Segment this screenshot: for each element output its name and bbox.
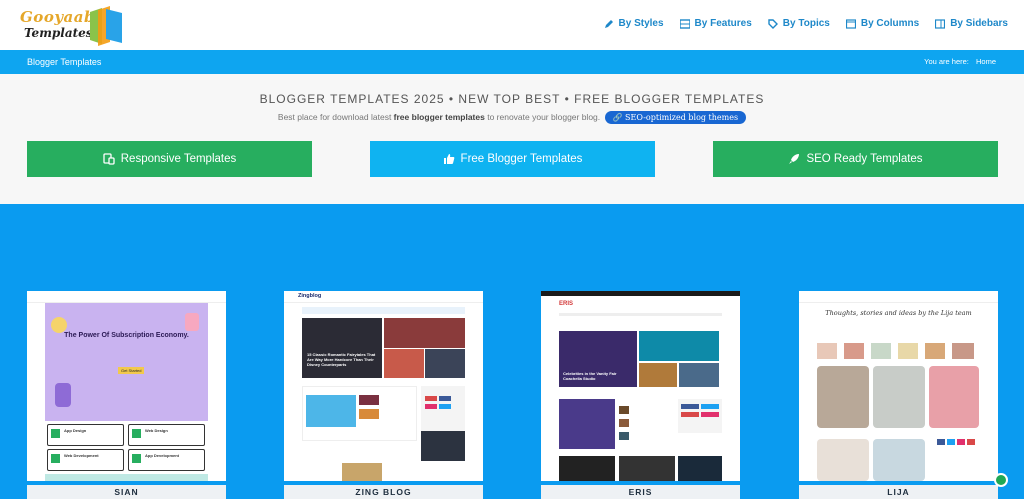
seo-pill-label: SEO-optimized blog themes xyxy=(625,113,739,122)
nav-by-columns[interactable]: By Columns xyxy=(845,18,920,29)
devices-icon xyxy=(103,153,115,165)
preview-hero: The Power Of Subscription Economy. Get S… xyxy=(45,303,208,421)
book-icon xyxy=(90,6,122,46)
templates-section: The Power Of Subscription Economy. Get S… xyxy=(0,204,1024,499)
hero-sub-prefix: Best place for download latest xyxy=(277,111,394,122)
preview-navbar: Zingblog xyxy=(284,291,483,303)
thumbs-up-icon xyxy=(443,154,454,164)
main-nav: By Styles By Features By Topics By Colum… xyxy=(604,18,1008,29)
button-label: SEO Ready Templates xyxy=(806,153,923,165)
pencil-icon xyxy=(604,19,613,28)
hero-title: BLOGGER TEMPLATES 2025 • NEW TOP BEST • … xyxy=(259,92,765,106)
preview-service-card: Web Development xyxy=(47,449,124,471)
template-name-sian[interactable]: SIAN xyxy=(27,487,226,497)
preview-navbar xyxy=(799,291,998,303)
button-label: Responsive Templates xyxy=(120,153,237,165)
button-label: Free Blogger Templates xyxy=(460,153,583,165)
template-card-zing-blog[interactable]: Zingblog 15 Classic Romantic Fairytales … xyxy=(284,291,483,481)
template-card-lija[interactable]: Thoughts, stories and ideas by the Lija … xyxy=(799,291,998,481)
responsive-templates-button[interactable]: Responsive Templates xyxy=(27,141,312,177)
nav-label: By Styles xyxy=(618,18,664,29)
preview-feature-image: 15 Classic Romantic Fairytales That Are … xyxy=(302,318,382,378)
illustration-icon xyxy=(51,317,67,333)
nav-by-sidebars[interactable]: By Sidebars xyxy=(935,18,1008,29)
preview-logo: ERIS xyxy=(559,301,574,307)
grid-icon xyxy=(679,18,690,29)
preview-feature-image: Celebrities in the Vanity Fair Coachella… xyxy=(559,331,637,387)
hero-section: BLOGGER TEMPLATES 2025 • NEW TOP BEST • … xyxy=(0,74,1024,204)
preview-navbar xyxy=(27,291,226,303)
nav-by-features[interactable]: By Features xyxy=(679,18,752,29)
template-name-zing-blog[interactable]: ZING BLOG xyxy=(284,487,483,497)
seo-pill-link[interactable]: 🔗 SEO-optimized blog themes xyxy=(604,111,747,124)
template-card-eris[interactable]: ERIS Celebrities in the Vanity Fair Coac… xyxy=(541,291,740,481)
preview-service-card: App Development xyxy=(128,449,205,471)
preview-service-card: Web Design xyxy=(128,424,205,446)
site-header: Gooyaabi Templates By Styles By Features… xyxy=(0,0,1024,50)
breadcrumb-home-link[interactable]: Home xyxy=(976,57,996,66)
breadcrumb: You are here: Home xyxy=(919,57,996,66)
logo-subtext: Templates xyxy=(24,26,93,40)
preview-logo: Zingblog xyxy=(298,293,322,299)
nav-label: By Features xyxy=(694,18,752,29)
whatsapp-icon[interactable] xyxy=(994,473,1008,487)
preview-headline: Thoughts, stories and ideas by the Lija … xyxy=(825,309,972,317)
hero-sub-suffix: to renovate your blogger blog. xyxy=(484,111,601,122)
page-title: Blogger Templates xyxy=(27,57,102,67)
template-card-sian[interactable]: The Power Of Subscription Economy. Get S… xyxy=(27,291,226,481)
template-name-lija[interactable]: LIJA xyxy=(799,487,998,497)
hero-subtitle: Best place for download latest free blog… xyxy=(0,111,1024,124)
rocket-icon xyxy=(789,154,800,164)
nav-label: By Columns xyxy=(860,18,920,29)
nav-by-styles[interactable]: By Styles xyxy=(604,18,664,29)
preview-service-card: App Design xyxy=(47,424,124,446)
illustration-icon xyxy=(185,313,199,331)
preview-cta: Get Started xyxy=(118,367,145,374)
illustration-icon xyxy=(55,383,71,407)
columns-icon xyxy=(845,18,856,29)
seo-ready-templates-button[interactable]: SEO Ready Templates xyxy=(713,141,998,177)
template-name-eris[interactable]: ERIS xyxy=(541,487,740,497)
site-logo[interactable]: Gooyaabi Templates xyxy=(20,6,130,46)
sidebar-icon xyxy=(935,18,946,29)
nav-label: By Sidebars xyxy=(950,18,1008,29)
nav-by-topics[interactable]: By Topics xyxy=(768,18,830,29)
preview-headline: The Power Of Subscription Economy. xyxy=(64,332,189,339)
free-blogger-templates-button[interactable]: Free Blogger Templates xyxy=(370,141,655,177)
breadcrumb-prefix: You are here: xyxy=(924,57,969,66)
tag-icon xyxy=(768,18,778,29)
breadcrumb-bar: Blogger Templates You are here: Home xyxy=(0,50,1024,74)
hero-sub-bold: free blogger templates xyxy=(393,111,485,122)
nav-label: By Topics xyxy=(782,18,830,29)
